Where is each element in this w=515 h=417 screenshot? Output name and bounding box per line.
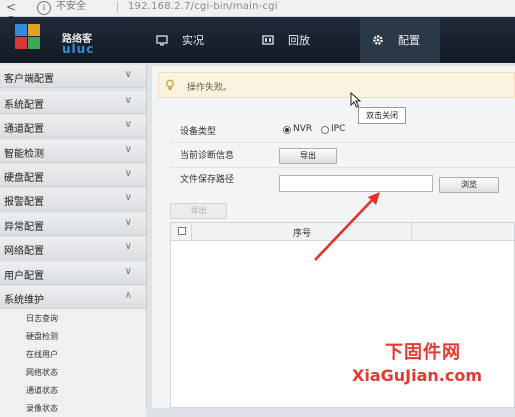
radio-nvr-label[interactable]: NVR — [293, 124, 312, 134]
sidebar-item-alarm-config[interactable]: 报警配置 ∨ — [0, 188, 146, 211]
chevron-down-icon: ∨ — [124, 192, 132, 203]
security-warning: 不安全 — [56, 1, 86, 12]
sidebar-item-user-config[interactable]: 用户配置 ∨ — [0, 262, 146, 285]
sidebar-item-label: 通道配置 — [4, 124, 44, 135]
chevron-down-icon: ∨ — [124, 168, 132, 179]
sidebar-item-label: 系统维护 — [4, 295, 44, 306]
mouse-cursor-icon — [350, 92, 362, 108]
sidebar-subitem-label: 硬盘检测 — [26, 332, 58, 341]
site-info-icon[interactable]: i — [37, 1, 51, 15]
sidebar-item-system-maintenance[interactable]: 系统维护 ∧ — [0, 286, 146, 309]
sidebar-subitem-label: 网络状态 — [26, 368, 58, 377]
nav-config-label: 配置 — [398, 34, 420, 47]
annotation-arrow — [314, 192, 380, 261]
logo-icon — [15, 24, 40, 49]
sidebar-item-label: 异常配置 — [4, 222, 44, 233]
logo-text: uluc — [62, 42, 95, 56]
sidebar-item-label: 用户配置 — [4, 271, 44, 282]
sidebar-item-system-config[interactable]: 系统配置 ∨ — [0, 91, 146, 114]
gear-icon — [373, 35, 383, 45]
diag-info-label: 当前诊断信息 — [180, 151, 235, 161]
radio-ipc[interactable] — [321, 126, 329, 134]
browser-nav[interactable]: <C — [0, 0, 30, 28]
chevron-down-icon: ∨ — [124, 241, 132, 252]
chevron-down-icon: ∨ — [124, 217, 132, 228]
sidebar-subitem-label: 日志查询 — [26, 314, 58, 323]
back-button[interactable]: < — [6, 0, 16, 14]
browser-address-bar: <C i 不安全 192.168.2.7/cgi-bin/main-cgi — [0, 0, 515, 28]
chevron-down-icon: ∨ — [124, 95, 132, 106]
sidebar-subitem-label: 通道状态 — [26, 386, 58, 395]
sidebar-item-label: 网络配置 — [4, 246, 44, 257]
sidebar-item-disk-config[interactable]: 硬盘配置 ∨ — [0, 164, 146, 187]
alert-message: 操作失败。 — [187, 83, 233, 93]
sidebar-subitem-network-status[interactable]: 网络状态 — [0, 363, 146, 381]
nav-live[interactable]: 实况 — [156, 17, 204, 63]
device-type-label: 设备类型 — [180, 127, 217, 137]
nav-config[interactable]: 配置 — [360, 17, 440, 63]
nav-live-label: 实况 — [182, 34, 204, 47]
nav-playback[interactable]: 回放 — [262, 17, 310, 63]
radio-ipc-label[interactable]: IPC — [331, 124, 345, 134]
divider — [170, 167, 515, 168]
error-alert[interactable]: 操作失败。 — [158, 72, 515, 98]
export-diag-button[interactable]: 导出 — [279, 148, 337, 164]
nav-playback-label: 回放 — [288, 34, 310, 47]
chevron-down-icon: ∨ — [124, 69, 132, 80]
chevron-down-icon: ∨ — [124, 266, 132, 277]
sidebar-item-label: 客户端配置 — [4, 74, 54, 85]
sidebar-subitem-record-status[interactable]: 录像状态 — [0, 399, 146, 417]
sidebar-item-client-config[interactable]: 客户端配置 ∨ — [0, 65, 146, 88]
chevron-up-icon: ∧ — [124, 290, 132, 301]
sidebar-item-label: 报警配置 — [4, 197, 44, 208]
divider — [191, 223, 192, 240]
divider — [117, 2, 118, 13]
url-field[interactable]: 192.168.2.7/cgi-bin/main-cgi — [128, 0, 278, 14]
export-button[interactable]: 导出 — [170, 203, 227, 219]
browse-button[interactable]: 浏览 — [439, 177, 499, 193]
sidebar-item-network-config[interactable]: 网络配置 ∨ — [0, 237, 146, 260]
sidebar: 客户端配置 ∨ 系统配置 ∨ 通道配置 ∨ 智能检测 ∨ 硬盘配置 ∨ 报警配置 ∨ 异常配… — [0, 65, 147, 417]
sidebar-subitem-online-users[interactable]: 在线用户 — [0, 345, 146, 363]
column-header: 序号 — [293, 229, 312, 239]
watermark-cn: 下固件网 — [385, 342, 461, 363]
sidebar-item-smart-detect[interactable]: 智能检测 ∨ — [0, 140, 146, 163]
sidebar-item-label: 系统配置 — [4, 100, 44, 111]
save-path-label: 文件保存路径 — [180, 175, 235, 185]
sidebar-item-channel-config[interactable]: 通道配置 ∨ — [0, 115, 146, 138]
divider — [170, 142, 515, 143]
divider — [411, 223, 412, 240]
lightbulb-icon — [166, 79, 174, 90]
radio-nvr[interactable] — [283, 126, 291, 134]
select-all-checkbox[interactable] — [178, 227, 186, 235]
close-tooltip: 双击关闭 — [358, 107, 406, 124]
sidebar-subitem-disk-check[interactable]: 硬盘检测 — [0, 327, 146, 345]
sidebar-subitem-label: 录像状态 — [26, 404, 58, 413]
watermark-en: XiaGuJian.com — [352, 366, 482, 385]
logo: 路络客 uluc — [14, 22, 93, 56]
sidebar-item-label: 智能检测 — [4, 149, 44, 160]
sidebar-subitem-log-query[interactable]: 日志查询 — [0, 309, 146, 327]
chevron-down-icon: ∨ — [124, 144, 132, 155]
chevron-down-icon: ∨ — [124, 119, 132, 130]
monitor-icon — [156, 35, 168, 46]
film-icon — [262, 35, 274, 45]
sidebar-item-exception-config[interactable]: 异常配置 ∨ — [0, 213, 146, 236]
sidebar-item-label: 硬盘配置 — [4, 173, 44, 184]
sidebar-subitem-label: 在线用户 — [26, 350, 58, 359]
sidebar-subitem-channel-status[interactable]: 通道状态 — [0, 381, 146, 399]
